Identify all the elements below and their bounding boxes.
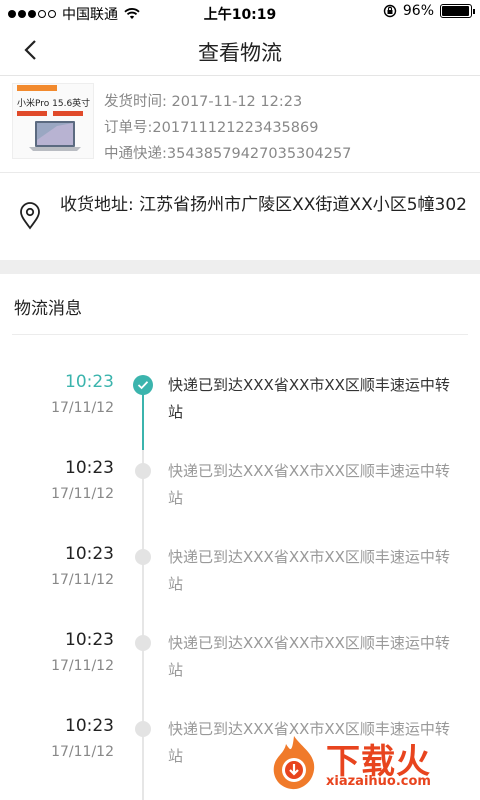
timeline-item: 10:23 17/11/12 快递已到达XXX省XX市XX区顺丰速运中转站 [0, 372, 480, 452]
timeline-date: 17/11/12 [51, 572, 114, 588]
courier-label: 中通快递: [104, 146, 167, 162]
battery-percent: 96% [402, 3, 434, 19]
logistics-section-title: 物流消息 [14, 299, 82, 319]
ship-time-value: 2017-11-12 12:23 [171, 94, 303, 110]
timeline-time: 10:23 [65, 372, 114, 392]
timeline-time: 10:23 [65, 458, 114, 478]
check-circle-icon [133, 375, 153, 395]
timeline-description: 快递已到达XXX省XX市XX区顺丰速运中转站 [168, 548, 450, 593]
watermark-url: xiazaihuo.com [326, 774, 431, 789]
ship-time-row: 发货时间: 2017-11-12 12:23 [104, 89, 351, 115]
timeline-date: 17/11/12 [51, 486, 114, 502]
section-divider [0, 260, 480, 274]
timeline-time: 10:23 [65, 630, 114, 650]
timeline-dot-icon [135, 463, 151, 479]
laptop-image-icon [29, 121, 81, 151]
order-details: 发货时间: 2017-11-12 12:23 订单号:2017111212234… [104, 89, 351, 167]
section-underline [12, 334, 468, 335]
timeline-item: 10:23 17/11/12 快递已到达XXX省XX市XX区顺丰速运中转站 [0, 458, 480, 538]
order-number-value: 201711121223435869 [152, 120, 319, 136]
order-number-label: 订单号: [104, 120, 153, 136]
tracking-number-value: 35438579427035304257 [166, 146, 352, 162]
rotation-lock-icon [383, 4, 397, 18]
timeline-time: 10:23 [65, 544, 114, 564]
timeline-item: 10:23 17/11/12 快递已到达XXX省XX市XX区顺丰速运中转站 [0, 544, 480, 624]
battery-icon [440, 4, 475, 18]
address-label: 收货地址: [60, 195, 134, 215]
timeline-date: 17/11/12 [51, 400, 114, 416]
timeline-date: 17/11/12 [51, 744, 114, 760]
nav-bar: 查看物流 [0, 24, 480, 76]
product-image-caption: 小米Pro 15.6英寸 [17, 99, 91, 109]
thumb-price-tag [17, 111, 47, 116]
status-bar: 中国联通 上午10:19 96% [0, 0, 480, 24]
status-right: 96% [383, 3, 475, 19]
order-info-card[interactable]: 小米Pro 15.6英寸 发货时间: 2017-11-12 12:23 订单号:… [0, 77, 480, 173]
ship-time-label: 发货时间: [104, 94, 167, 110]
timeline-date: 17/11/12 [51, 658, 114, 674]
site-watermark: 下载火 xiazaihuo.com [264, 732, 474, 796]
thumb-price-tag-2 [53, 111, 83, 116]
page-title: 查看物流 [198, 41, 282, 65]
product-thumbnail[interactable]: 小米Pro 15.6英寸 [12, 83, 94, 159]
address-text: 收货地址: 江苏省扬州市广陵区XX街道XX小区5幢302 [60, 192, 470, 219]
address-value: 江苏省扬州市广陵区XX街道XX小区5幢302 [139, 195, 467, 215]
timeline-dot-icon [135, 635, 151, 651]
timeline-description: 快递已到达XXX省XX市XX区顺丰速运中转站 [168, 376, 450, 421]
timeline-description: 快递已到达XXX省XX市XX区顺丰速运中转站 [168, 462, 450, 507]
flame-logo-icon [273, 736, 315, 790]
timeline-item: 10:23 17/11/12 快递已到达XXX省XX市XX区顺丰速运中转站 [0, 630, 480, 710]
thumb-brand-tag [17, 85, 57, 91]
location-pin-icon [20, 202, 40, 230]
timeline-dot-icon [135, 549, 151, 565]
timeline-dot-icon [135, 721, 151, 737]
battery-level-fill [442, 6, 469, 16]
tracking-number-row: 中通快递:35438579427035304257 [104, 141, 351, 167]
shipping-address: 收货地址: 江苏省扬州市广陵区XX街道XX小区5幢302 [0, 174, 480, 260]
order-number-row: 订单号:201711121223435869 [104, 115, 351, 141]
timeline-description: 快递已到达XXX省XX市XX区顺丰速运中转站 [168, 634, 450, 679]
timeline-time: 10:23 [65, 716, 114, 736]
